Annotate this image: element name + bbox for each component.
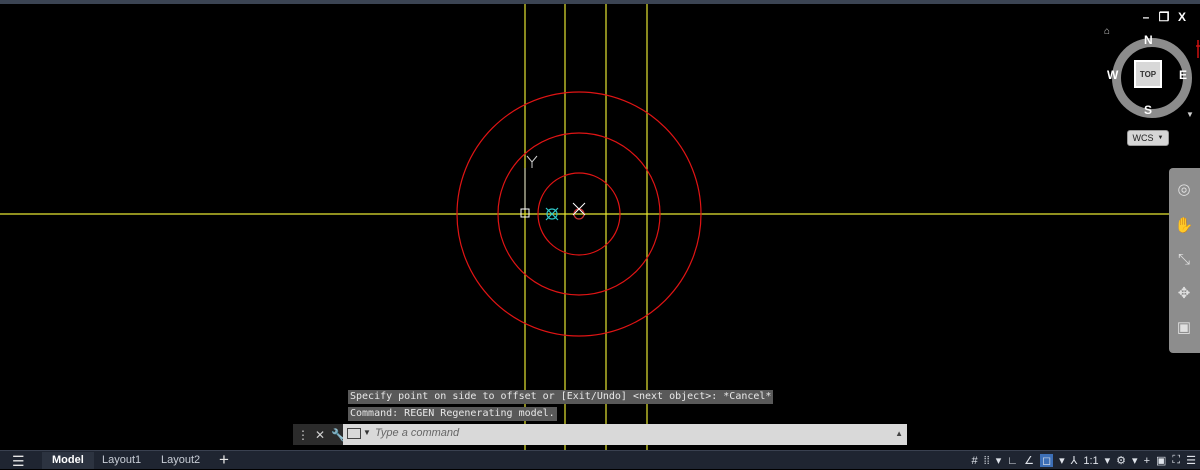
chevron-down-icon[interactable]: ▼ [1186,110,1194,119]
ucs-menu[interactable]: WCS ▼ [1127,130,1169,146]
tab-model[interactable]: Model [42,452,94,469]
prompt-icon[interactable] [347,428,361,439]
viewcube[interactable]: ⌂ TOP N S E W ▼ [1104,26,1196,122]
grid-icon[interactable]: # [972,455,978,467]
polar-icon[interactable]: ∠ [1024,454,1034,467]
command-placeholder: Type a command [375,427,460,439]
edge-marker [1196,40,1200,58]
compass-west[interactable]: W [1107,68,1118,82]
tab-layout2[interactable]: Layout2 [161,452,200,469]
minimize-button[interactable]: – [1140,10,1152,24]
plus-icon[interactable]: + [1144,455,1150,467]
ucs-label: WCS [1132,133,1154,143]
command-input[interactable]: ▼ Type a command ▲ [343,424,907,445]
chevron-down-icon[interactable]: ▾ [996,454,1002,467]
house-icon[interactable]: ⌂ [1104,26,1110,37]
compass-east[interactable]: E [1179,68,1187,82]
viewcube-face[interactable]: TOP [1134,60,1162,88]
showmotion-icon[interactable]: ▣ [1172,316,1196,338]
customize-icon[interactable]: ☰ [1186,454,1196,467]
command-bar: ⋮ ✕ 🔧 ▼ Type a command ▲ [293,424,907,445]
status-bar: ☰ Model Layout1 Layout2 + # ⁞⁞ ▾ ∟ ∠ ◻ ▾… [0,450,1200,469]
chevron-up-icon[interactable]: ▲ [895,429,903,438]
menu-icon[interactable]: ☰ [12,453,25,470]
chevron-down-icon[interactable]: ▾ [1059,454,1065,467]
add-layout-icon[interactable]: + [219,450,229,470]
chevron-down-icon: ▼ [1157,135,1164,141]
pan-icon[interactable]: ✋ [1172,214,1196,236]
gear-icon[interactable]: ⚙ [1116,454,1126,467]
cursor-x [572,202,586,216]
isolate-icon[interactable]: ▣ [1156,454,1166,467]
annotation-scale[interactable]: 1:1 [1083,455,1098,467]
drawing-canvas[interactable] [0,4,1200,450]
close-button[interactable]: X [1176,10,1188,24]
status-tools: # ⁞⁞ ▾ ∟ ∠ ◻ ▾ ⅄ 1:1 ▾ ⚙ ▾ + ▣ ⛶ ☰ [972,452,1196,469]
tab-layout1[interactable]: Layout1 [102,452,141,469]
command-bar-tools: ⋮ ✕ 🔧 [293,424,346,445]
navigation-bar: ◎ ✋ ⤡ ✥ ▣ [1169,168,1200,353]
zoom-icon[interactable]: ⤡ [1172,248,1196,270]
ucs-y-label [526,155,538,168]
window-controls: – ❐ X [1140,10,1188,24]
restore-button[interactable]: ❐ [1158,10,1170,24]
orbit-icon[interactable]: ✥ [1172,282,1196,304]
fullscreen-icon[interactable]: ⛶ [1172,454,1180,467]
chevron-down-icon[interactable]: ▾ [1132,454,1138,467]
steering-wheel-icon[interactable]: ◎ [1172,178,1196,200]
osnap-icon[interactable]: ◻ [1039,454,1054,467]
annotation-icon[interactable]: ⅄ [1071,454,1078,467]
chevron-down-icon[interactable]: ▾ [1105,454,1111,467]
snap-icon[interactable]: ⁞⁞ [984,455,990,467]
chevron-down-icon[interactable]: ▼ [363,428,371,437]
grip-icon[interactable]: ⋮ [297,428,309,442]
close-icon[interactable]: ✕ [315,428,325,442]
compass-north[interactable]: N [1144,33,1153,47]
compass-south[interactable]: S [1144,103,1152,117]
ortho-icon[interactable]: ∟ [1007,455,1018,467]
command-history-line: Command: REGEN Regenerating model. [348,407,557,421]
command-history-line: Specify point on side to offset or [Exit… [348,390,774,404]
